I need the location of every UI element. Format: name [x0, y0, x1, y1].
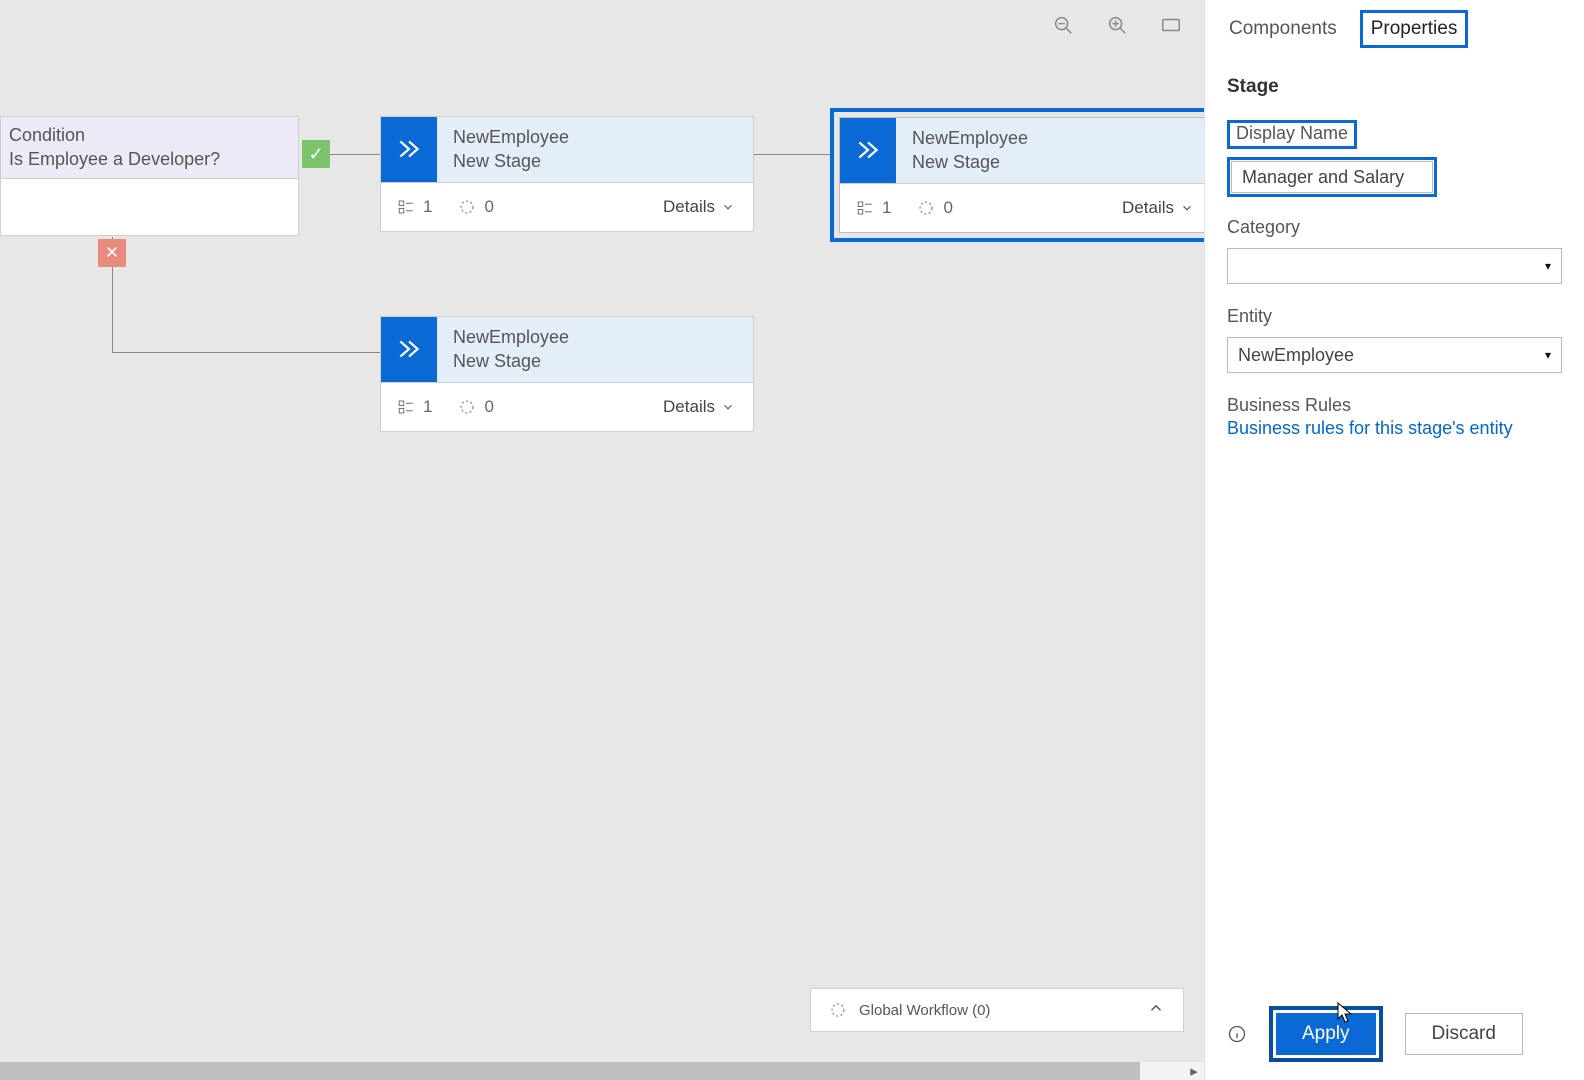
fit-to-screen-icon[interactable]: [1158, 12, 1184, 38]
entity-select[interactable]: NewEmployee ▾: [1227, 337, 1562, 373]
zoom-out-icon[interactable]: [1050, 12, 1076, 38]
bpf-canvas[interactable]: Condition Is Employee a Developer? ✓ ✕ N…: [0, 0, 1204, 1080]
panel-section-title: Stage: [1227, 76, 1562, 98]
condition-expression: Is Employee a Developer?: [9, 147, 286, 171]
stage-stats: 1 0: [856, 198, 953, 218]
stage-node-2-selected[interactable]: NewEmployee New Stage 1 0 Details: [830, 108, 1204, 242]
workflow-icon: [458, 198, 476, 216]
canvas-toolbar: [1050, 12, 1184, 38]
display-name-input[interactable]: [1231, 161, 1433, 193]
canvas-horizontal-scrollbar[interactable]: ▸: [0, 1062, 1204, 1080]
stage-name: New Stage: [453, 349, 569, 373]
scrollbar-arrow-right-icon[interactable]: ▸: [1184, 1062, 1204, 1080]
chevron-down-icon: ▾: [1545, 259, 1551, 273]
branch-yes-icon: ✓: [302, 140, 330, 168]
steps-icon: [397, 198, 415, 216]
tab-components[interactable]: Components: [1227, 14, 1339, 44]
display-name-label: Display Name: [1227, 120, 1357, 149]
category-select[interactable]: ▾: [1227, 248, 1562, 284]
info-icon[interactable]: [1227, 1024, 1247, 1044]
chevron-down-icon: [1180, 201, 1194, 215]
global-workflow-label: Global Workflow (0): [859, 1002, 990, 1019]
steps-icon: [856, 199, 874, 217]
tab-properties[interactable]: Properties: [1369, 14, 1460, 44]
branch-no-icon: ✕: [98, 239, 126, 267]
stage-details-toggle[interactable]: Details: [663, 397, 735, 417]
workflow-icon: [458, 398, 476, 416]
stage-node-3[interactable]: NewEmployee New Stage 1 0 Details: [380, 316, 754, 432]
chevron-up-icon: [1147, 999, 1165, 1021]
category-label: Category: [1227, 217, 1562, 238]
condition-type-label: Condition: [9, 123, 286, 147]
stage-stats: 1 0: [397, 397, 494, 417]
chevron-down-icon: [721, 200, 735, 214]
business-rules-label: Business Rules: [1227, 395, 1562, 416]
condition-header: Condition Is Employee a Developer?: [1, 117, 298, 179]
zoom-in-icon[interactable]: [1104, 12, 1130, 38]
stage-name: New Stage: [453, 149, 569, 173]
stage-details-toggle[interactable]: Details: [663, 197, 735, 217]
connector: [754, 154, 830, 155]
connector: [112, 352, 380, 353]
stage-entity: NewEmployee: [453, 125, 569, 149]
stage-icon: [381, 317, 437, 382]
steps-icon: [397, 398, 415, 416]
stage-icon: [840, 118, 896, 183]
condition-node[interactable]: Condition Is Employee a Developer?: [0, 116, 299, 236]
apply-button[interactable]: Apply: [1276, 1013, 1376, 1055]
stage-entity: NewEmployee: [453, 325, 569, 349]
stage-icon: [381, 117, 437, 182]
workflow-icon: [829, 1001, 847, 1019]
properties-panel: Components Properties Stage Display Name…: [1204, 0, 1584, 1080]
workflow-icon: [917, 199, 935, 217]
connector: [330, 154, 380, 155]
stage-stats: 1 0: [397, 197, 494, 217]
chevron-down-icon: ▾: [1545, 348, 1551, 362]
panel-tabs: Components Properties: [1227, 10, 1562, 48]
scrollbar-thumb[interactable]: [0, 1062, 1140, 1080]
business-rules-link[interactable]: Business rules for this stage's entity: [1227, 418, 1562, 439]
discard-button[interactable]: Discard: [1405, 1013, 1523, 1055]
entity-value: NewEmployee: [1238, 345, 1354, 366]
condition-body: [1, 179, 298, 239]
entity-label: Entity: [1227, 306, 1562, 327]
stage-node-1[interactable]: NewEmployee New Stage 1 0 Details: [380, 116, 754, 232]
stage-name: New Stage: [912, 150, 1028, 174]
stage-details-toggle[interactable]: Details: [1122, 198, 1194, 218]
global-workflow-panel[interactable]: Global Workflow (0): [810, 988, 1184, 1032]
chevron-down-icon: [721, 400, 735, 414]
stage-entity: NewEmployee: [912, 126, 1028, 150]
